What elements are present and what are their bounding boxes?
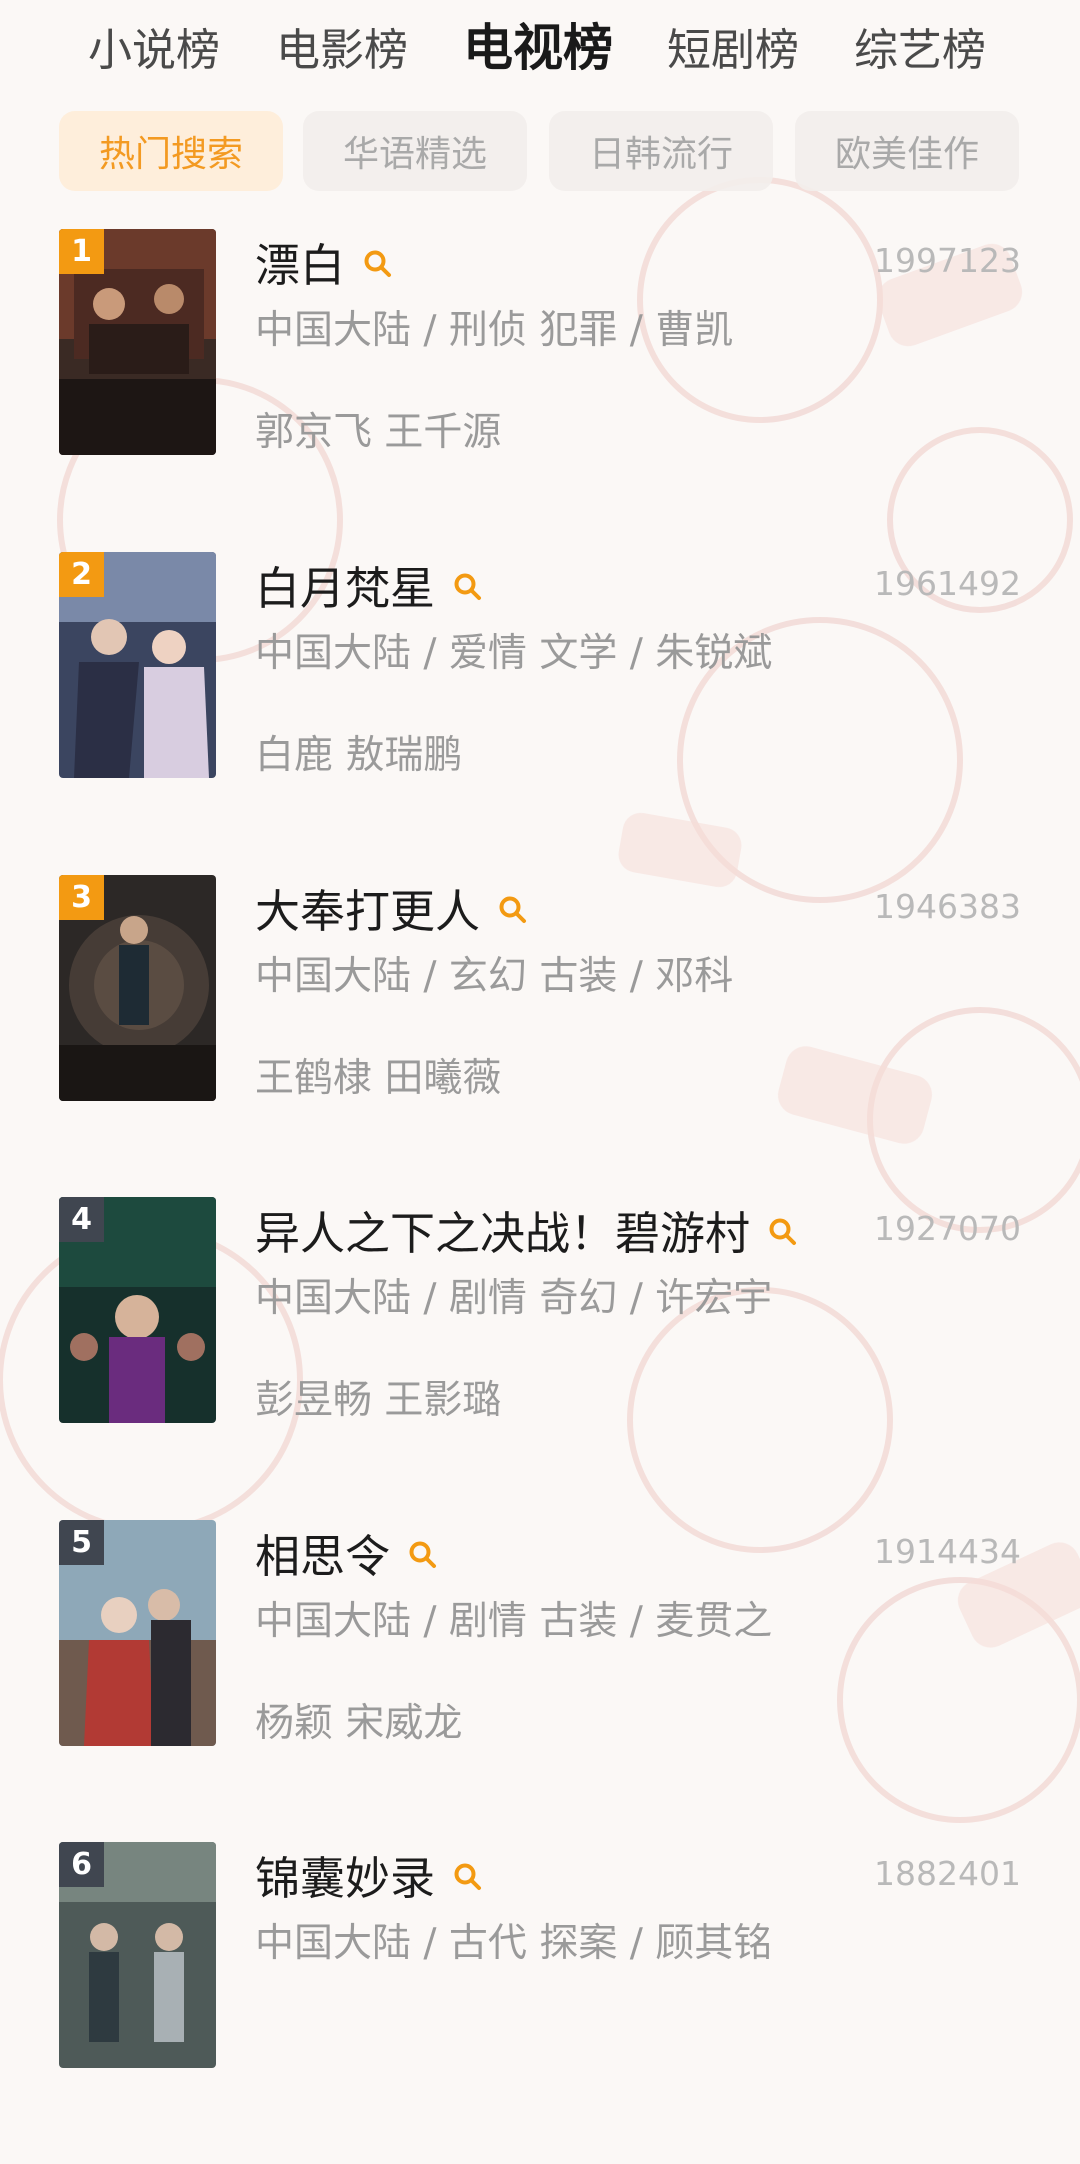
show-cast: 王鹤棣 田曦薇 <box>255 1056 502 1101</box>
show-cast: 郭京飞 王千源 <box>255 410 502 455</box>
search-icon[interactable] <box>408 1540 438 1570</box>
poster-image[interactable]: 6 <box>59 1842 216 2068</box>
search-count: 1961492 <box>874 564 1021 603</box>
list-item[interactable]: 2 白月梵星 1961492 中国大陆 / 爱情 文学 / 朱锐斌 白鹿 敖瑞鹏 <box>0 552 1080 874</box>
list-item[interactable]: 5 相思令 1914434 中国大陆 / 剧情 古装 / 麦贯之 杨颖 宋威龙 <box>0 1520 1080 1842</box>
poster-image[interactable]: 3 <box>59 875 216 1101</box>
list-item[interactable]: 6 锦囊妙录 1882401 中国大陆 / 古代 探案 / 顾其铭 <box>0 1842 1080 2164</box>
show-meta: 中国大陆 / 玄幻 古装 / 邓科 <box>255 954 734 999</box>
search-count: 1882401 <box>874 1854 1021 1893</box>
show-cast: 杨颖 宋威龙 <box>255 1701 463 1746</box>
show-title[interactable]: 锦囊妙录 <box>255 1842 435 1907</box>
tab-short-drama[interactable]: 短剧榜 <box>667 14 799 78</box>
show-title[interactable]: 白月梵星 <box>255 552 435 617</box>
poster-image[interactable]: 5 <box>59 1520 216 1746</box>
tab-variety[interactable]: 综艺榜 <box>854 14 986 78</box>
poster-image[interactable]: 1 <box>59 229 216 455</box>
search-icon[interactable] <box>498 895 528 925</box>
rank-badge: 5 <box>59 1520 104 1565</box>
show-title[interactable]: 异人之下之决战！碧游村 <box>255 1197 750 1262</box>
subtab-western-hits[interactable]: 欧美佳作 <box>795 111 1019 191</box>
poster-image[interactable]: 4 <box>59 1197 216 1423</box>
rank-badge: 3 <box>59 875 104 920</box>
show-title[interactable]: 大奉打更人 <box>255 875 480 940</box>
list-item[interactable]: 4 异人之下之决战！碧游村 1927070 中国大陆 / 剧情 奇幻 / 许宏宇… <box>0 1197 1080 1519</box>
search-count: 1927070 <box>874 1209 1021 1248</box>
ranking-type-tabs: 小说榜 电影榜 电视榜 短剧榜 综艺榜 <box>0 0 1080 84</box>
search-count: 1997123 <box>874 241 1021 280</box>
list-item[interactable]: 1 漂白 1997123 中国大陆 / 刑侦 犯罪 / 曹凯 郭京飞 王千源 <box>0 229 1080 551</box>
show-title[interactable]: 相思令 <box>255 1520 390 1585</box>
search-count: 1946383 <box>874 887 1021 926</box>
search-icon[interactable] <box>768 1217 798 1247</box>
show-cast: 白鹿 敖瑞鹏 <box>255 733 463 778</box>
show-meta: 中国大陆 / 爱情 文学 / 朱锐斌 <box>255 631 773 676</box>
tab-tv[interactable]: 电视榜 <box>463 8 613 80</box>
rank-badge: 2 <box>59 552 104 597</box>
rank-badge: 6 <box>59 1842 104 1887</box>
rank-badge: 1 <box>59 229 104 274</box>
search-icon[interactable] <box>453 1862 483 1892</box>
subtab-chinese-picks[interactable]: 华语精选 <box>303 111 527 191</box>
poster-image[interactable]: 2 <box>59 552 216 778</box>
show-title[interactable]: 漂白 <box>255 229 345 294</box>
tab-movie[interactable]: 电影榜 <box>276 14 408 78</box>
tab-novel[interactable]: 小说榜 <box>88 14 220 78</box>
search-count: 1914434 <box>874 1532 1021 1571</box>
rank-badge: 4 <box>59 1197 104 1242</box>
show-meta: 中国大陆 / 刑侦 犯罪 / 曹凯 <box>255 308 734 353</box>
search-icon[interactable] <box>363 249 393 279</box>
show-meta: 中国大陆 / 剧情 奇幻 / 许宏宇 <box>255 1276 773 1321</box>
subtab-jp-kr-popular[interactable]: 日韩流行 <box>549 111 773 191</box>
list-item[interactable]: 3 大奉打更人 1946383 中国大陆 / 玄幻 古装 / 邓科 王鹤棣 田曦… <box>0 875 1080 1197</box>
subtab-hot-search[interactable]: 热门搜索 <box>59 111 283 191</box>
show-meta: 中国大陆 / 古代 探案 / 顾其铭 <box>255 1921 773 1966</box>
show-cast: 彭昱畅 王影璐 <box>255 1378 502 1423</box>
search-icon[interactable] <box>453 572 483 602</box>
show-meta: 中国大陆 / 剧情 古装 / 麦贯之 <box>255 1599 773 1644</box>
